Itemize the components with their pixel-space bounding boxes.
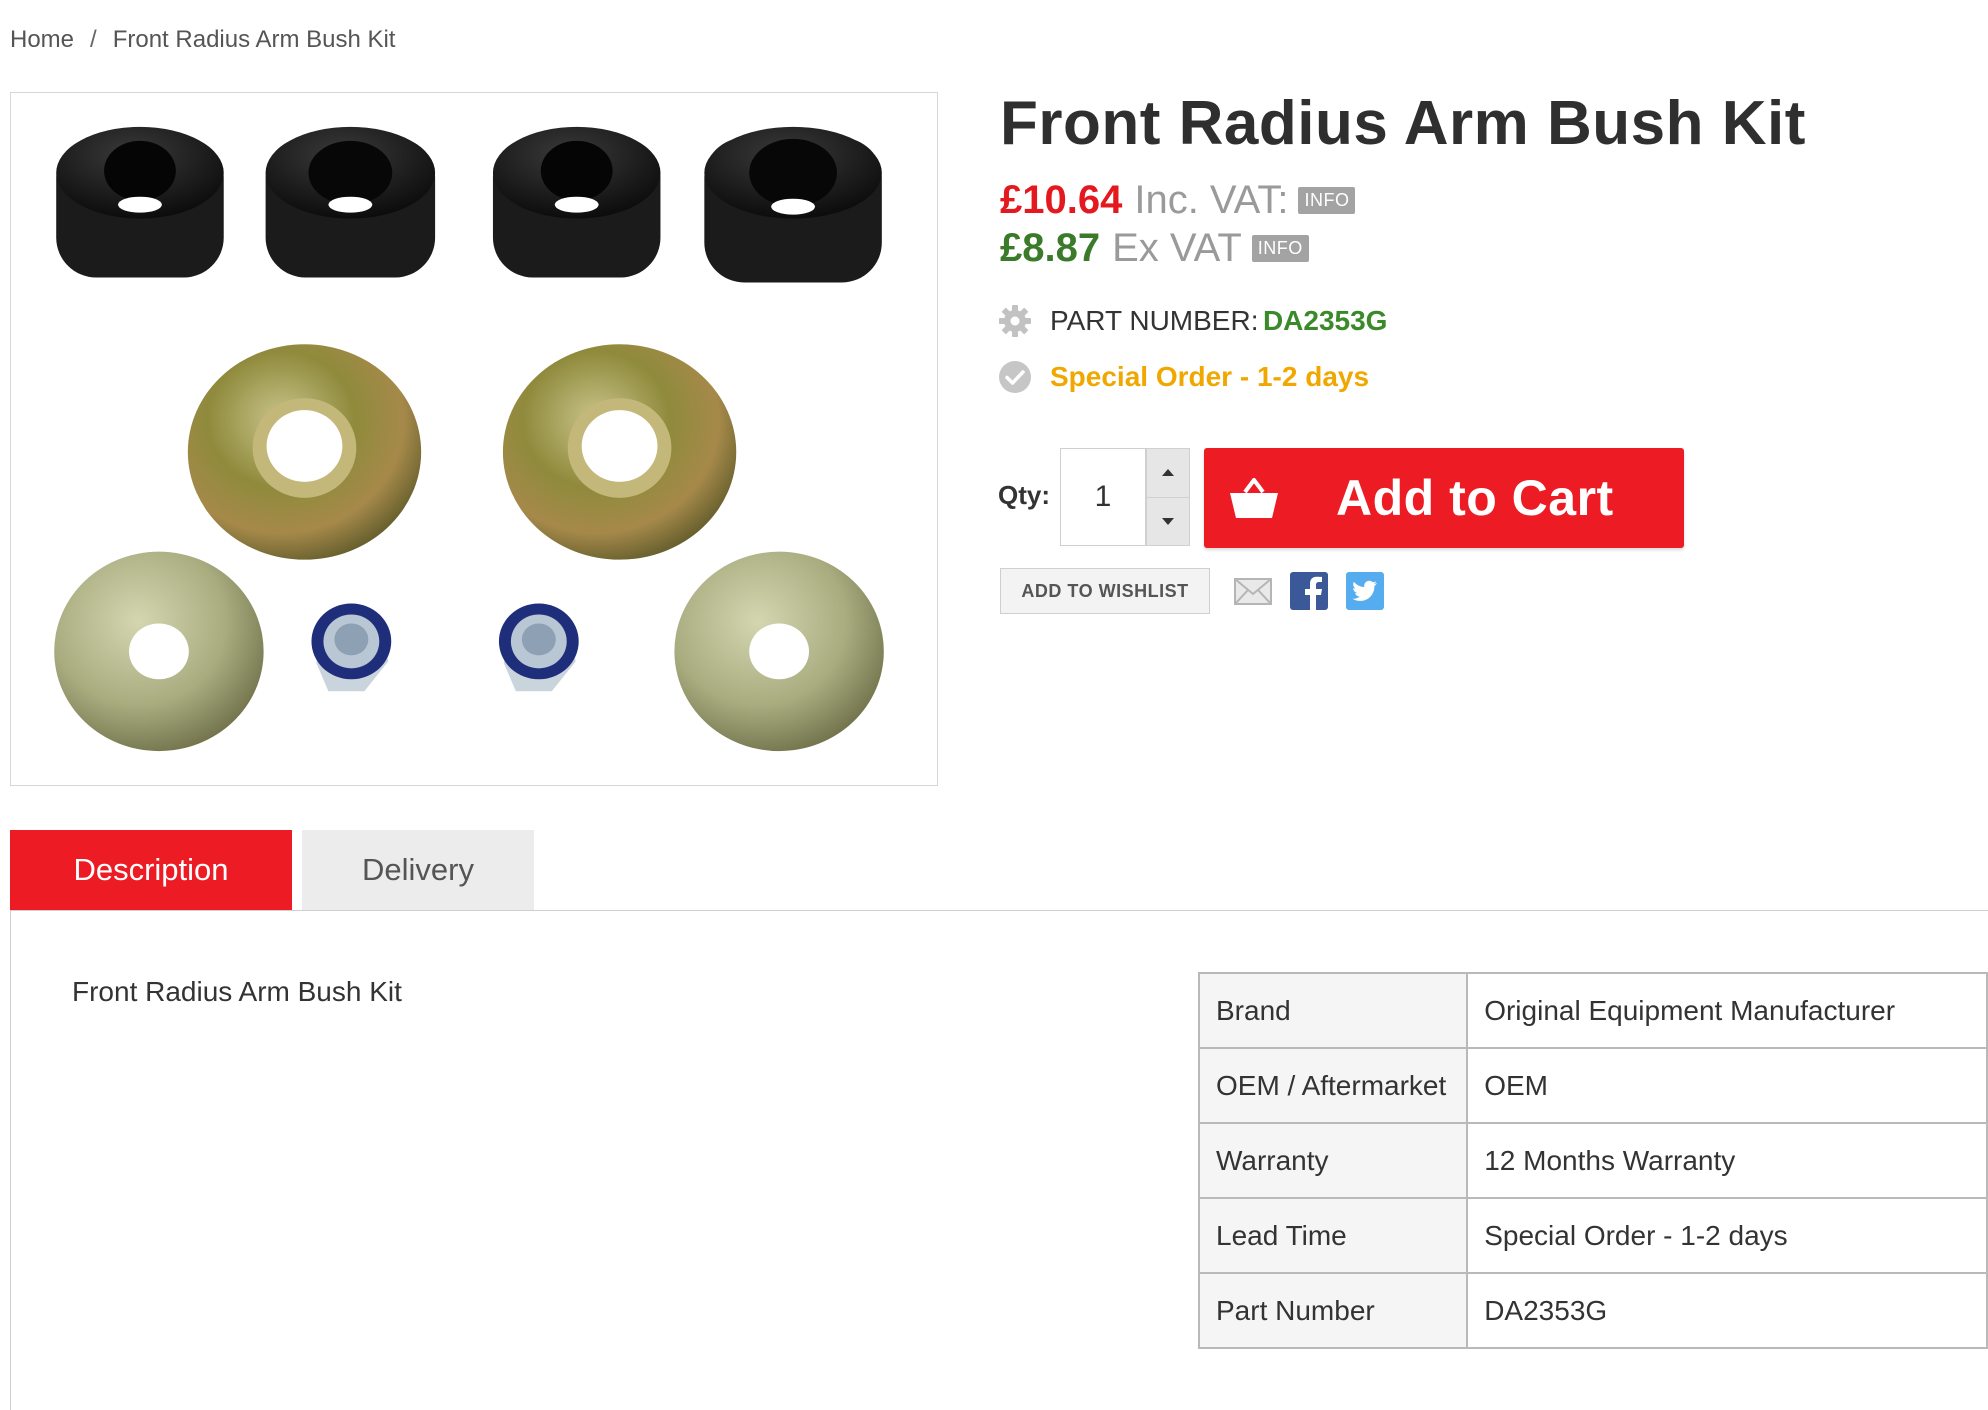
spec-key: Lead Time — [1197, 1197, 1469, 1274]
quantity-input[interactable] — [1060, 448, 1146, 546]
breadcrumb: Home / Front Radius Arm Bush Kit — [10, 26, 395, 54]
spec-value: Special Order - 1-2 days — [1466, 1197, 1988, 1274]
caret-up-icon — [1162, 469, 1174, 477]
table-row: Warranty 12 Months Warranty — [1197, 1122, 1988, 1199]
flat-washer — [674, 551, 884, 752]
tab-description[interactable]: Description — [10, 830, 292, 910]
quantity-increment-button[interactable] — [1146, 448, 1190, 498]
spec-key: Part Number — [1197, 1272, 1469, 1349]
product-image[interactable] — [10, 92, 938, 786]
gear-icon — [999, 305, 1031, 337]
spec-value: Original Equipment Manufacturer — [1466, 972, 1988, 1049]
qty-label: Qty: — [998, 480, 1050, 510]
price-inc-vat-row: £10.64 Inc. VAT: INFO — [1000, 178, 1356, 223]
spec-value: DA2353G — [1466, 1272, 1988, 1349]
add-to-cart-label: Add to Cart — [1336, 470, 1614, 526]
cup-washer — [502, 344, 737, 560]
price-ex-vat: £8.87 — [1000, 226, 1101, 270]
quantity-spinner — [1146, 448, 1190, 546]
info-badge-inc[interactable]: INFO — [1298, 187, 1356, 214]
facebook-icon[interactable] — [1290, 572, 1328, 610]
rubber-bush — [492, 126, 661, 278]
stock-status-row: Special Order - 1-2 days — [998, 360, 1369, 394]
table-row: Part Number DA2353G — [1197, 1272, 1988, 1349]
breadcrumb-current: Front Radius Arm Bush Kit — [112, 26, 396, 53]
add-to-cart-button[interactable]: Add to Cart — [1204, 448, 1684, 548]
info-badge-ex[interactable]: INFO — [1251, 235, 1309, 262]
stock-status: Special Order - 1-2 days — [1050, 361, 1370, 392]
product-photo — [11, 93, 937, 785]
quantity-decrement-button[interactable] — [1146, 497, 1190, 546]
breadcrumb-separator: / — [90, 26, 97, 53]
basket-icon — [1230, 478, 1278, 518]
rubber-bush — [704, 126, 882, 283]
price-inc-vat: £10.64 — [1000, 178, 1123, 222]
caret-down-icon — [1162, 517, 1174, 525]
specs-table: Brand Original Equipment Manufacturer OE… — [1197, 972, 1988, 1349]
description-text: Front Radius Arm Bush Kit — [72, 976, 402, 1007]
ex-vat-label: Ex VAT — [1112, 226, 1242, 270]
table-row: Lead Time Special Order - 1-2 days — [1197, 1197, 1988, 1274]
twitter-icon[interactable] — [1346, 572, 1384, 610]
price-ex-vat-row: £8.87 Ex VAT INFO — [1000, 226, 1309, 271]
table-row: Brand Original Equipment Manufacturer — [1197, 972, 1988, 1049]
add-to-wishlist-button[interactable]: ADD TO WISHLIST — [1000, 568, 1210, 614]
spec-value: OEM — [1466, 1047, 1988, 1124]
flat-washer — [54, 551, 264, 752]
spec-key: Brand — [1197, 972, 1469, 1049]
rubber-bush — [265, 126, 436, 278]
tab-delivery[interactable]: Delivery — [302, 830, 534, 910]
part-number-label: PART NUMBER: — [1050, 305, 1259, 336]
email-icon[interactable] — [1234, 572, 1272, 610]
table-row: OEM / Aftermarket OEM — [1197, 1047, 1988, 1124]
spec-value: 12 Months Warranty — [1466, 1122, 1988, 1199]
breadcrumb-home-link[interactable]: Home — [10, 26, 74, 53]
quantity-stepper — [1060, 448, 1190, 546]
spec-key: Warranty — [1197, 1122, 1469, 1199]
part-number-value: DA2353G — [1262, 305, 1388, 336]
check-circle-icon — [999, 361, 1031, 393]
cup-washer — [187, 344, 422, 560]
product-title: Front Radius Arm Bush Kit — [1000, 89, 1806, 158]
product-tabs: Description Delivery — [10, 830, 534, 910]
rubber-bush — [56, 126, 224, 278]
part-number-row: PART NUMBER: DA2353G — [998, 304, 1387, 338]
inc-vat-label: Inc. VAT: — [1134, 178, 1289, 222]
spec-key: OEM / Aftermarket — [1197, 1047, 1469, 1124]
